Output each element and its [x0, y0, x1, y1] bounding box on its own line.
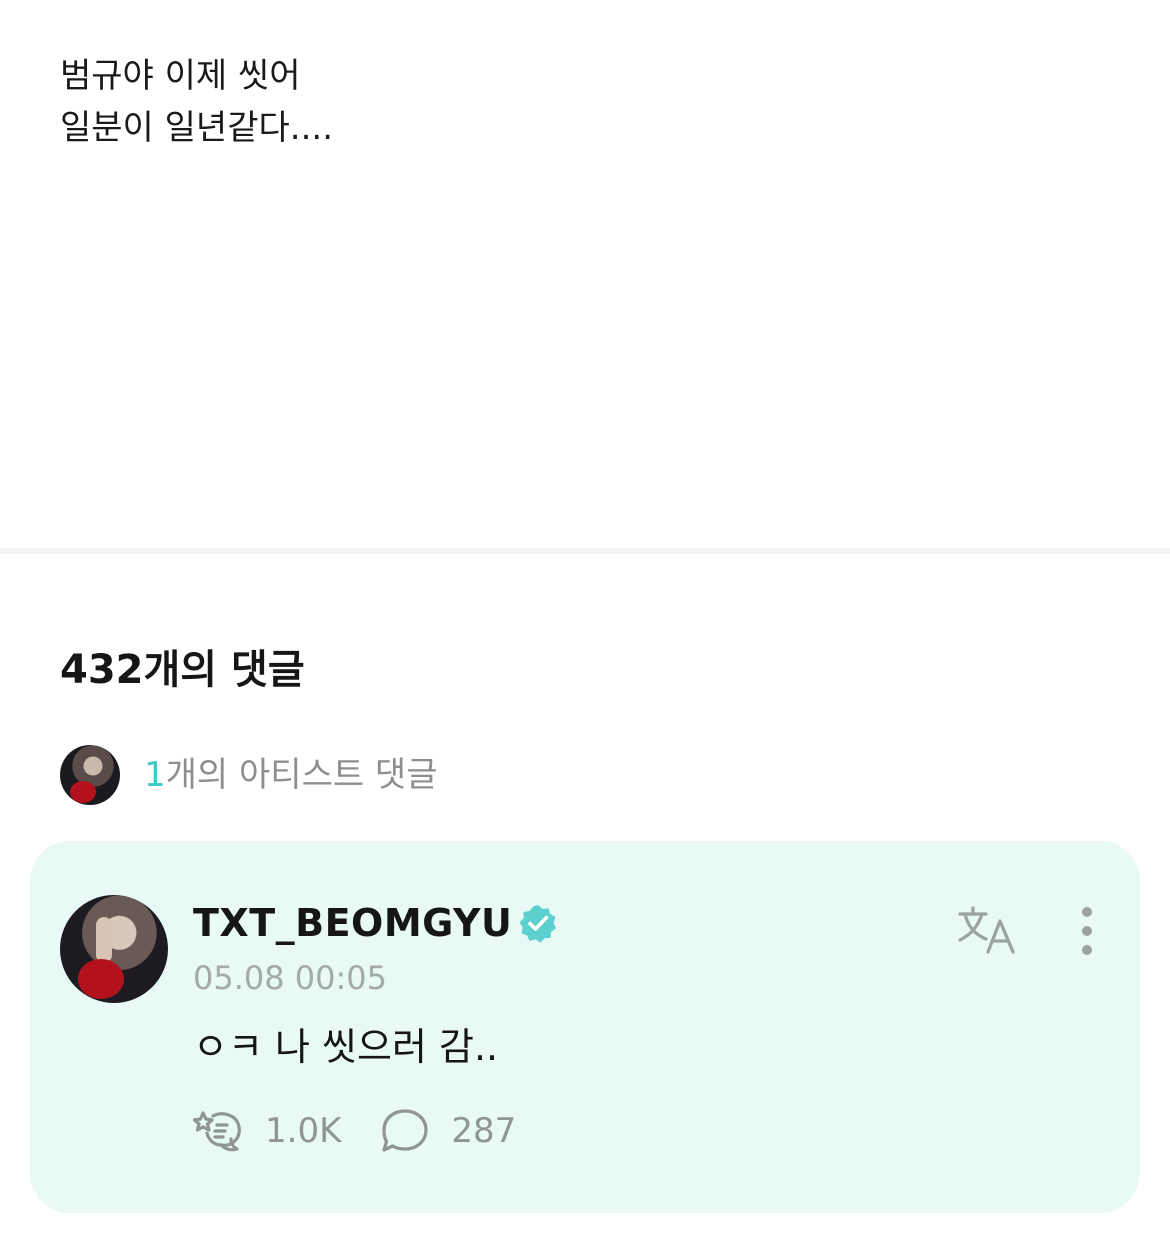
- artist-comments-summary[interactable]: 1개의 아티스트 댓글: [60, 744, 438, 806]
- comment-author-avatar[interactable]: [60, 895, 168, 1003]
- comment-actions: 1.0K 287: [193, 1103, 516, 1159]
- cheer-count: 1.0K: [265, 1111, 342, 1151]
- post-text-line: 범규야 이제 씻어: [60, 56, 301, 96]
- artist-avatar: [60, 745, 120, 805]
- artist-comments-label: 1개의 아티스트 댓글: [144, 745, 438, 805]
- post-content: 범규야 이제 씻어 일분이 일년같다....: [60, 50, 1110, 154]
- artist-comments-count: 1: [144, 755, 166, 795]
- verified-badge-icon: [519, 905, 557, 943]
- more-vertical-icon[interactable]: [1072, 903, 1102, 959]
- artist-comment-card: TXT_BEOMGYU 05.08 00:05 ㅇㅋ 나 씻으러 감.. 1.0…: [30, 841, 1140, 1213]
- comment-body-text: ㅇㅋ 나 씻으러 감..: [193, 1025, 499, 1069]
- reply-action[interactable]: 287: [379, 1107, 516, 1155]
- comment-timestamp: 05.08 00:05: [193, 959, 387, 997]
- comments-count-title: 432개의 댓글: [60, 647, 305, 693]
- comment-bubble-icon[interactable]: [379, 1107, 431, 1155]
- comment-author-row: TXT_BEOMGYU: [193, 895, 558, 951]
- section-divider: [0, 548, 1170, 554]
- comment-author-username[interactable]: TXT_BEOMGYU: [193, 901, 512, 945]
- post-text-line: 일분이 일년같다....: [60, 108, 333, 148]
- artist-comments-text: 개의 아티스트 댓글: [165, 755, 438, 795]
- reply-count: 287: [451, 1111, 517, 1151]
- cheer-icon[interactable]: [193, 1107, 245, 1155]
- translate-icon[interactable]: [956, 905, 1018, 955]
